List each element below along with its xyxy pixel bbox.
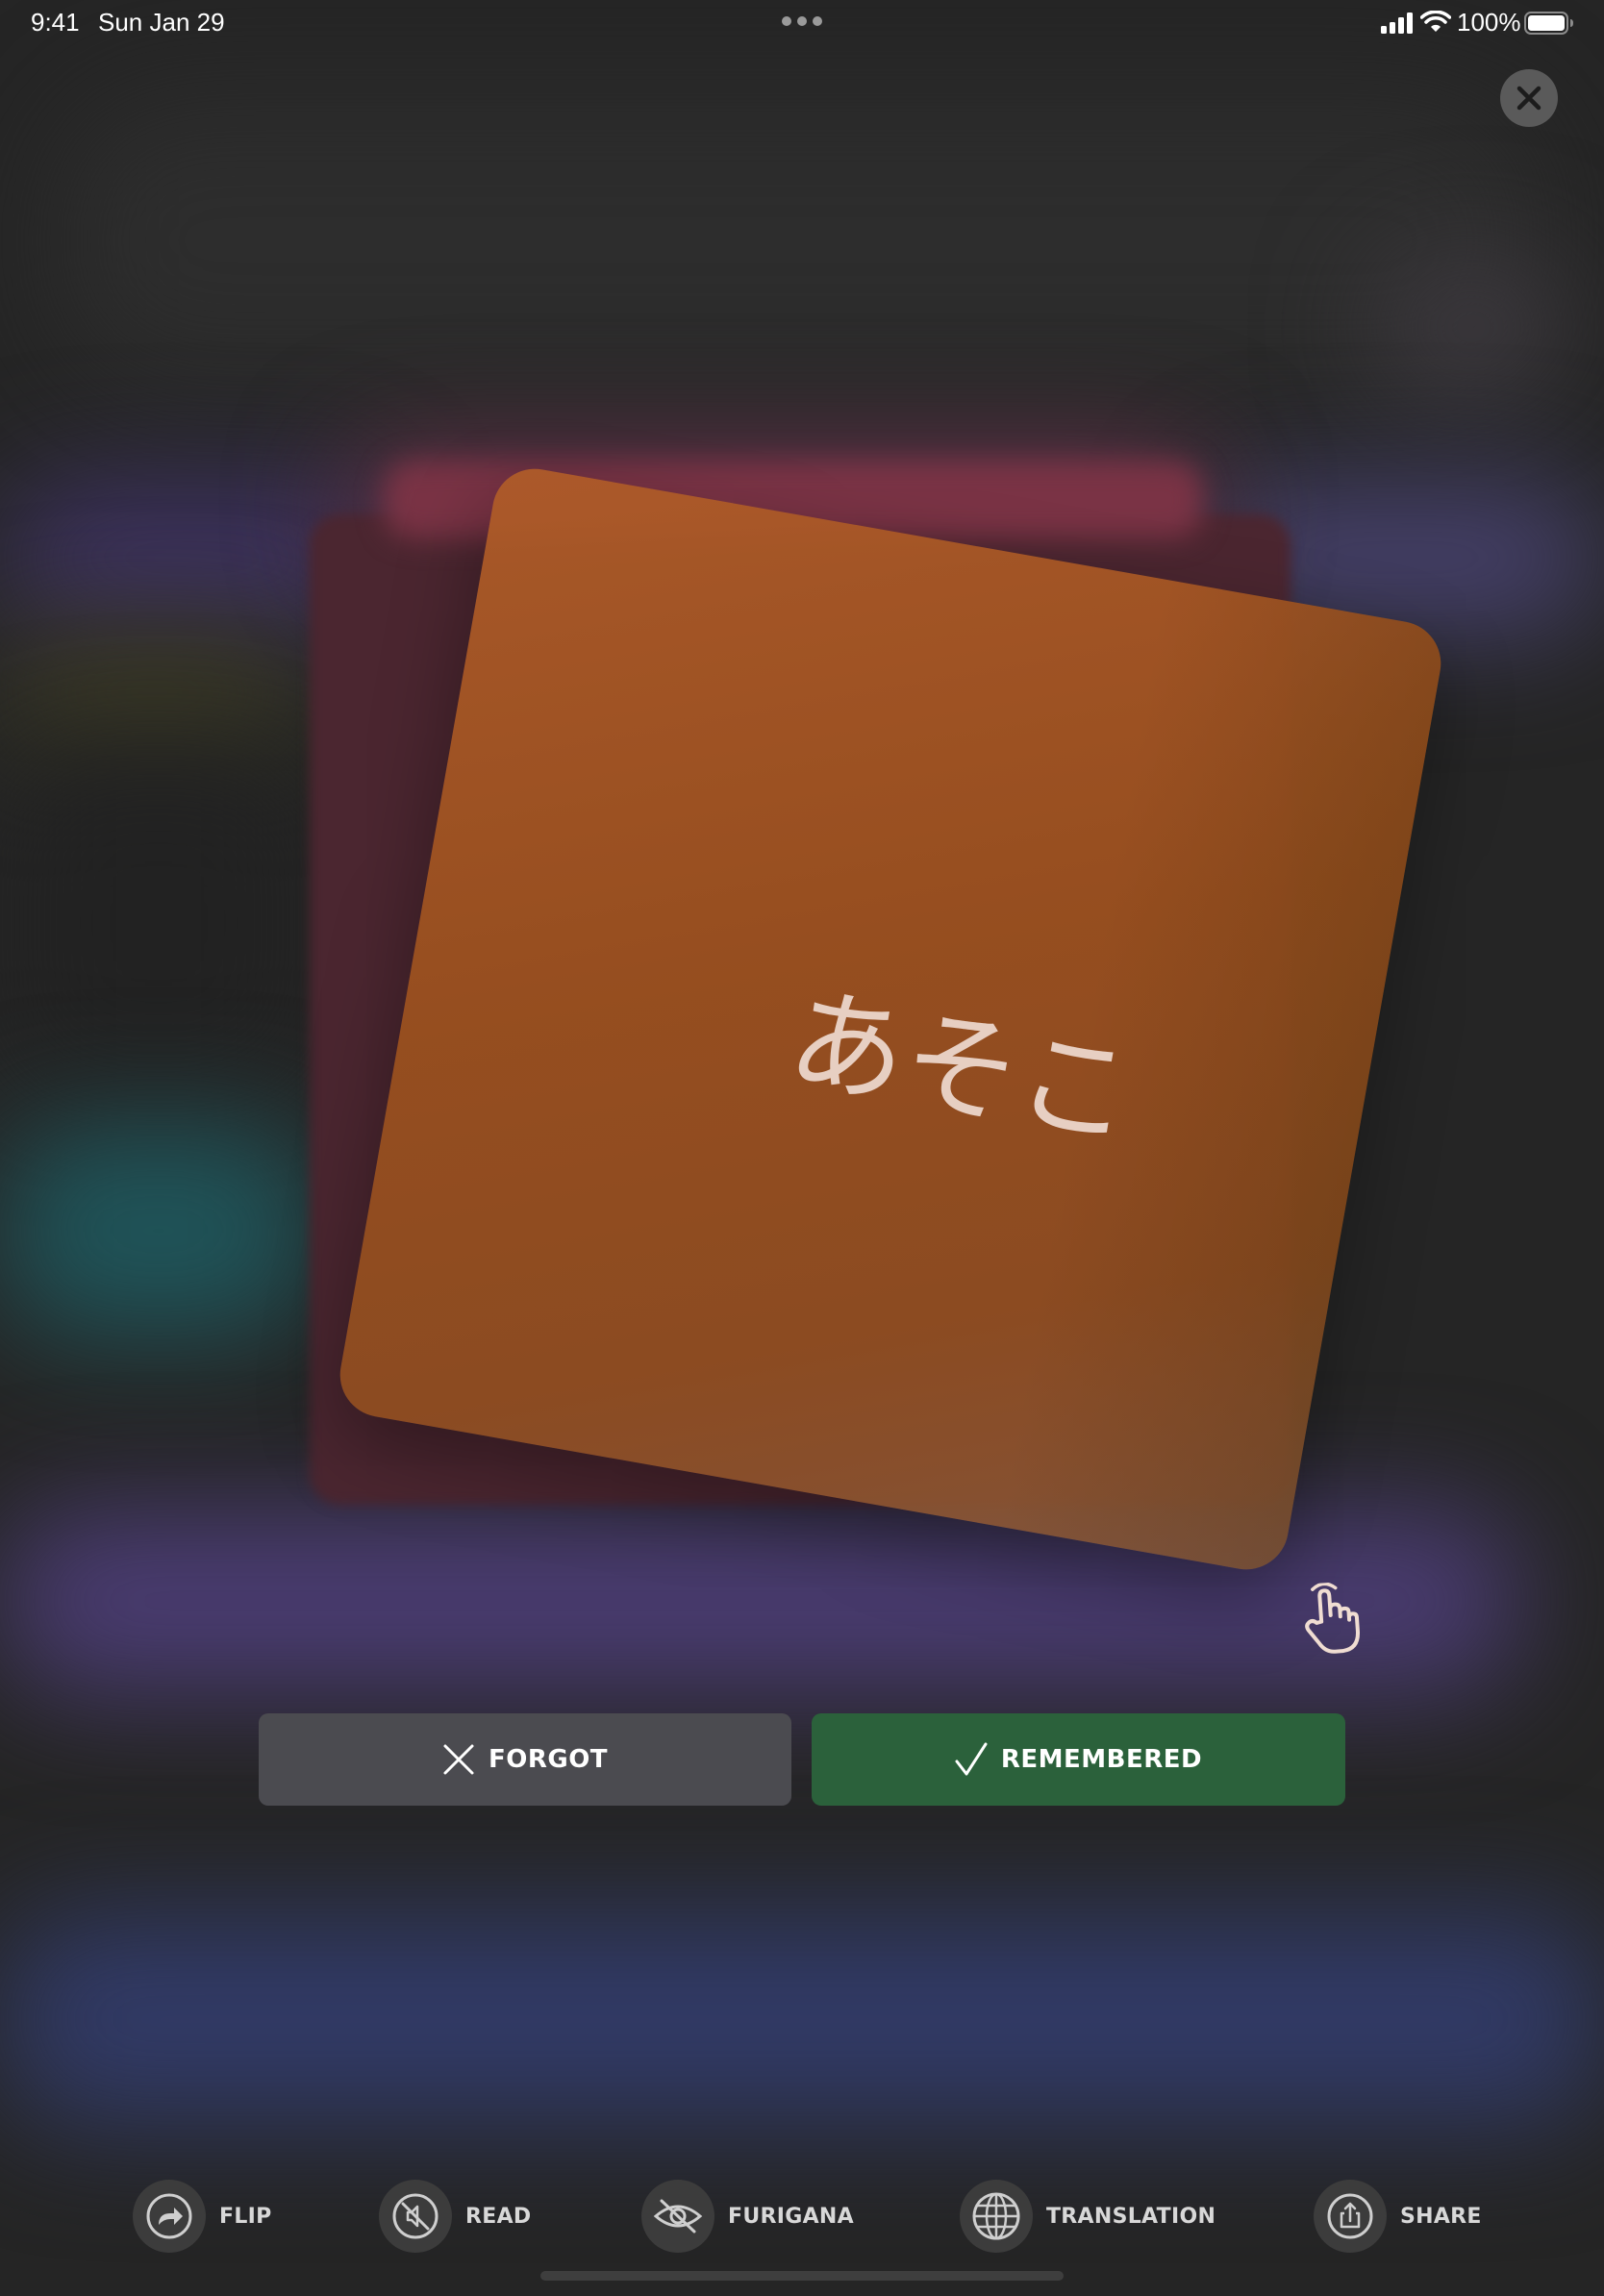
background-blur (1375, 260, 1567, 394)
read-button-circle (379, 2180, 452, 2253)
flashcard-screen: 9:41 Sun Jan 29 100% あそこ FORGOT REMEMBER… (0, 0, 1604, 2296)
translation-button-circle (960, 2180, 1033, 2253)
toolbar-translation-button[interactable]: TRANSLATION (960, 2179, 1216, 2254)
background-blur (0, 635, 308, 750)
translation-label: TRANSLATION (1046, 2204, 1216, 2229)
flip-label: FLIP (219, 2204, 272, 2229)
read-label: READ (465, 2204, 532, 2229)
background-blur (0, 1510, 1519, 1692)
toolbar-read-button[interactable]: READ (379, 2179, 531, 2254)
forgot-button[interactable]: FORGOT (259, 1713, 791, 1806)
battery-icon (1524, 12, 1573, 35)
share-label: SHARE (1400, 2204, 1482, 2229)
cellular-signal-icon (1381, 12, 1413, 34)
x-icon (443, 1744, 474, 1775)
home-indicator[interactable] (540, 2271, 1064, 2281)
eye-slash-icon (653, 2199, 703, 2234)
remembered-button[interactable]: REMEMBERED (812, 1713, 1345, 1806)
checkmark-icon (955, 1742, 988, 1776)
background-blur (0, 1125, 317, 1336)
battery-percent: 100% (1457, 8, 1521, 37)
speaker-muted-icon (392, 2193, 439, 2239)
toolbar-furigana-button[interactable]: FURIGANA (641, 2179, 854, 2254)
toolbar-share-button[interactable]: SHARE (1314, 2179, 1482, 2254)
status-time: 9:41 (31, 8, 80, 37)
furigana-label: FURIGANA (728, 2204, 854, 2229)
wifi-icon (1420, 11, 1451, 32)
toolbar-flip-button[interactable]: FLIP (133, 2179, 272, 2254)
close-button[interactable] (1500, 69, 1558, 127)
background-blur (0, 1913, 1604, 2125)
flip-button-circle (133, 2180, 206, 2253)
globe-icon (972, 2192, 1020, 2240)
status-bar: 9:41 Sun Jan 29 100% (0, 0, 1604, 46)
furigana-button-circle (641, 2180, 714, 2253)
share-icon (1327, 2193, 1373, 2239)
multitasking-dots-icon[interactable] (781, 15, 823, 27)
forgot-label: FORGOT (488, 1745, 609, 1774)
share-button-circle (1314, 2180, 1387, 2253)
tap-hand-icon (1305, 1582, 1360, 1654)
background-blur (58, 96, 1539, 385)
close-icon (1516, 86, 1541, 111)
background-blur (0, 750, 317, 1096)
status-date: Sun Jan 29 (98, 8, 225, 37)
flip-arrow-icon (146, 2193, 192, 2239)
remembered-label: REMEMBERED (1000, 1745, 1203, 1774)
